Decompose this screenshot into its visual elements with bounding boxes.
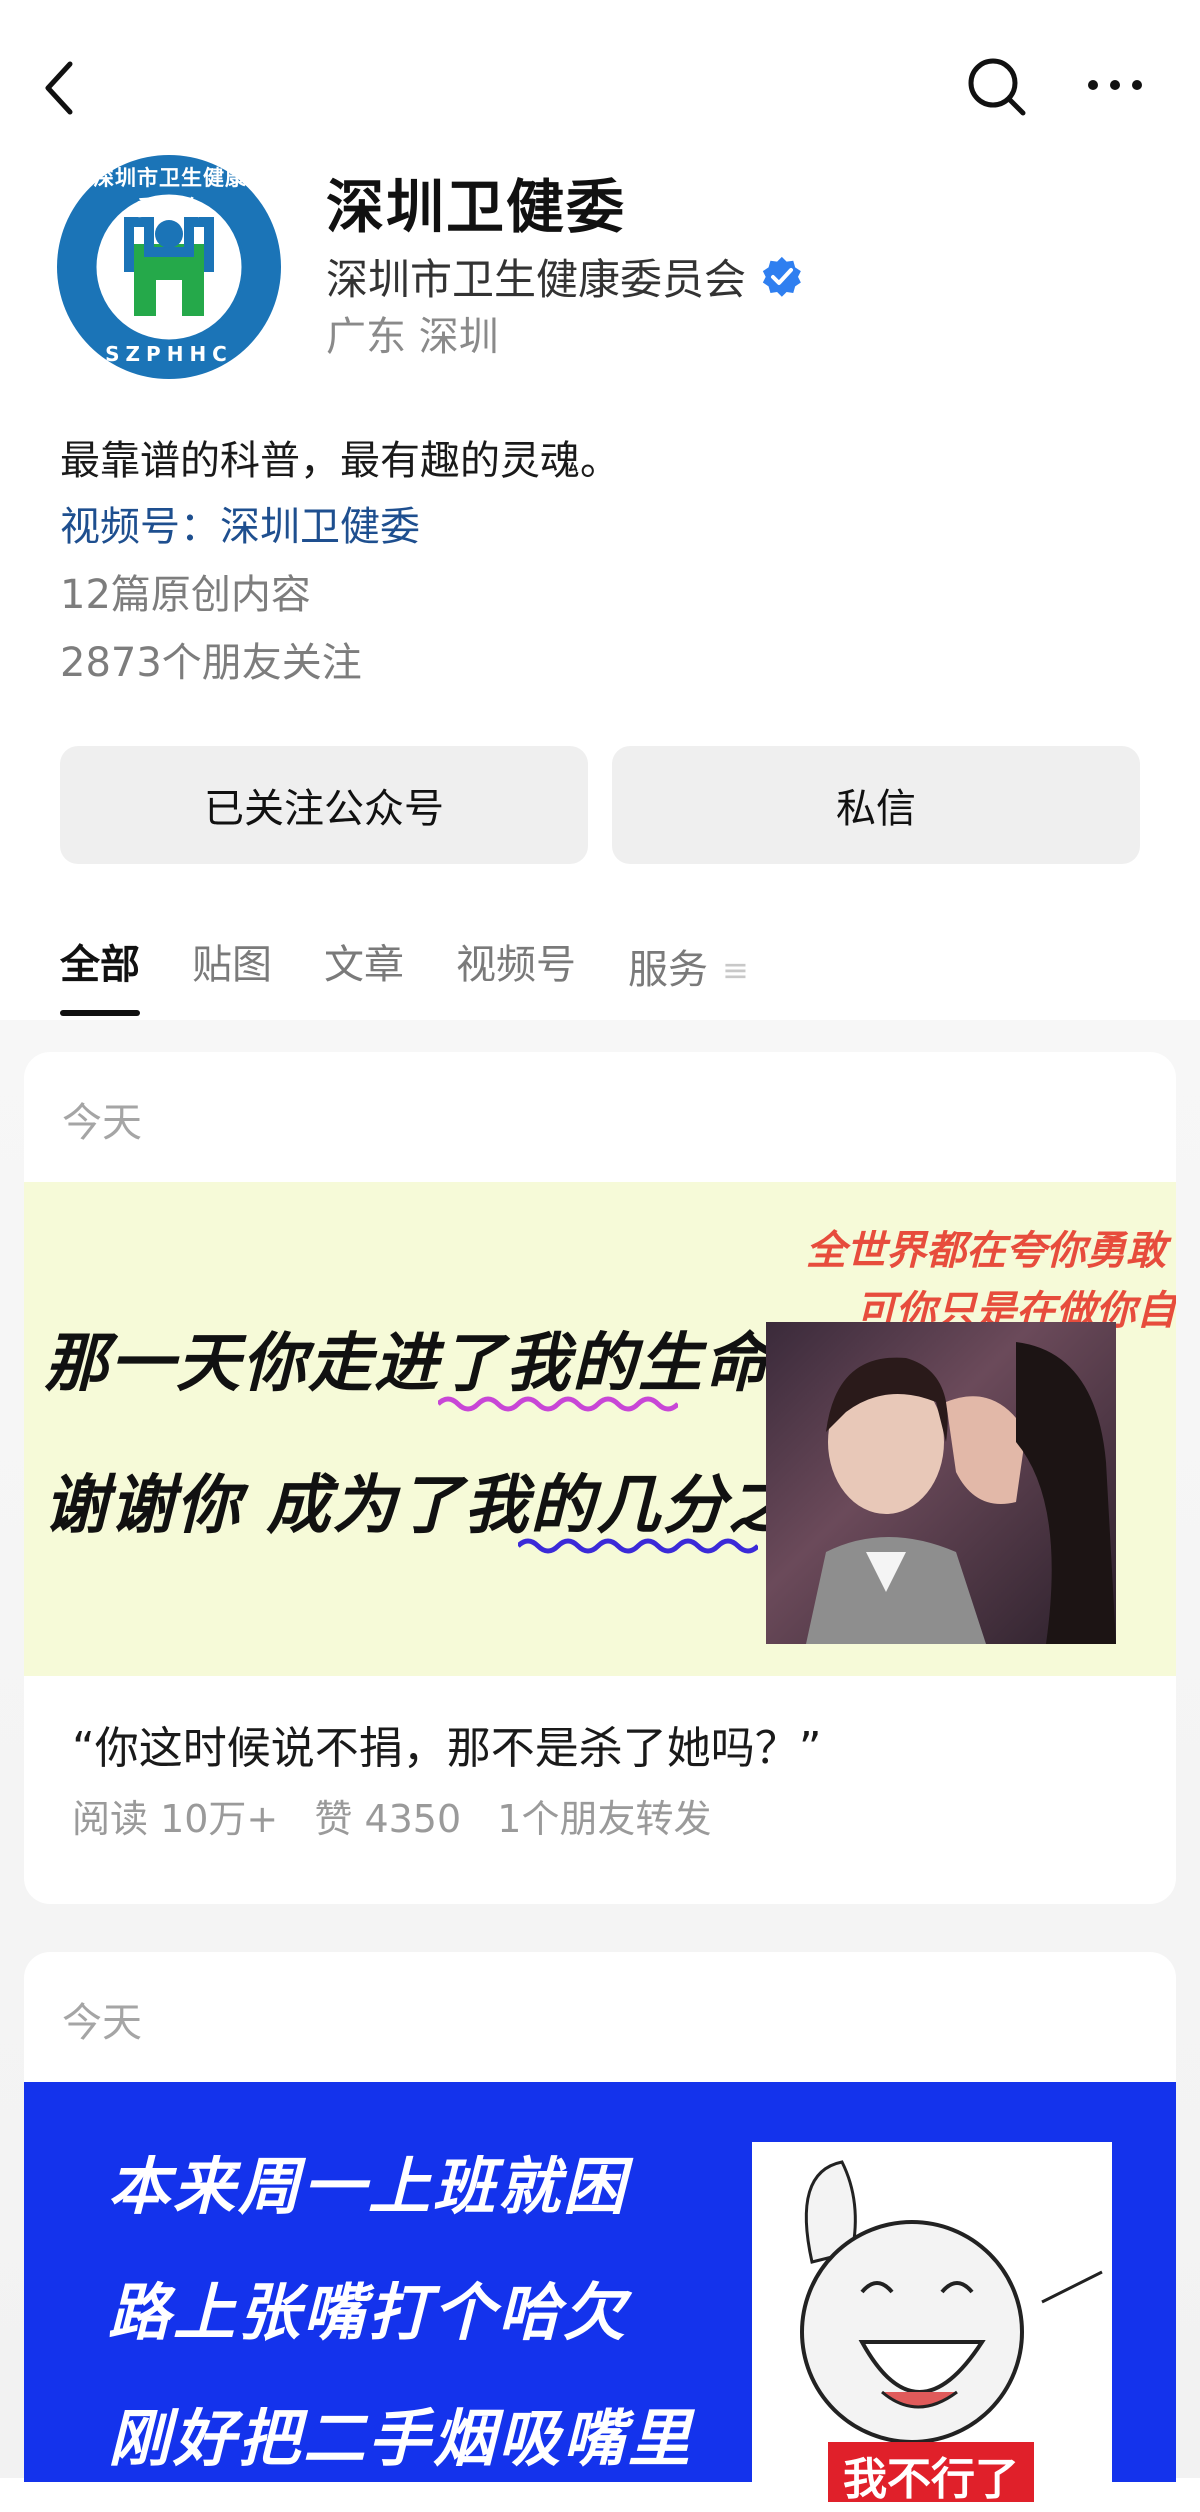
account-logo[interactable]: 深圳市卫生健康委员会 SZPHHC [54, 152, 284, 382]
cover-line-1: 那一天你走进了我的生命 [44, 1327, 770, 1401]
post-card[interactable]: 今天 那一天你走进了我的生命 谢谢你 成为了我的几分之几 全世界都在夸你勇敢 可… [24, 1052, 1176, 1904]
post-card[interactable]: 今天 本来周一上班就困 路上张嘴打个哈欠 刚好把二手烟吸嘴里 我不行了 [24, 1952, 1176, 2512]
sticker-caption: 我不行了 [828, 2442, 1034, 2502]
cover-photo [766, 1322, 1116, 1644]
verified-badge-icon [760, 255, 804, 299]
cover-line-2: 谢谢你 成为了我的几分之几 [44, 1469, 861, 1543]
content-tabs: 全部 贴图 文章 视频号 服务 ≡ [60, 930, 801, 1016]
account-org-label: 深圳市卫生健康委员会 [326, 255, 747, 304]
back-button[interactable] [30, 48, 90, 128]
tab-all[interactable]: 全部 [60, 930, 140, 1016]
post-date: 今天 [62, 1100, 142, 1146]
tab-articles[interactable]: 文章 [324, 930, 404, 1010]
logo-inner-text: SZPHHC [105, 342, 233, 366]
account-location: 广东 深圳 [326, 314, 499, 360]
more-dots-icon [1088, 80, 1142, 90]
account-bio: 最靠谱的科普，最有趣的灵魂。 [60, 438, 620, 484]
cover-line-1: 本来周一上班就困 [108, 2150, 629, 2223]
channel-link[interactable]: 视频号：深圳卫健委 [60, 494, 420, 552]
message-button[interactable]: 私信 [612, 746, 1140, 864]
more-button[interactable] [1080, 60, 1150, 110]
cover-line-3: 刚好把二手烟吸嘴里 [108, 2402, 694, 2475]
account-name: 深圳卫健委 [326, 173, 627, 241]
squiggle-underline-blue [518, 1538, 758, 1554]
tab-channels[interactable]: 视频号 [456, 930, 576, 1010]
post-cover-image[interactable]: 本来周一上班就困 路上张嘴打个哈欠 刚好把二手烟吸嘴里 我不行了 [24, 2082, 1176, 2502]
friends-follow-count[interactable]: 2873个朋友关注 [60, 630, 362, 688]
post-date: 今天 [62, 2000, 142, 2046]
like-count: 赞 4350 [314, 1797, 462, 1841]
post-meta: 阅读 10万+ 赞 4350 1个朋友转发 [72, 1788, 711, 1843]
follow-button[interactable]: 已关注公众号 [60, 746, 588, 864]
squiggle-underline-purple [438, 1396, 678, 1412]
tab-services[interactable]: 服务 ≡ [628, 930, 749, 1010]
search-button[interactable] [962, 52, 1032, 122]
menu-icon: ≡ [722, 951, 749, 989]
tab-images[interactable]: 贴图 [192, 930, 272, 1010]
cover-line-2: 路上张嘴打个哈欠 [108, 2276, 629, 2349]
account-org: 深圳市卫生健康委员会 [326, 246, 804, 307]
read-count: 阅读 10万+ [72, 1797, 279, 1841]
friend-share-count: 1个朋友转发 [497, 1797, 712, 1841]
original-count[interactable]: 12篇原创内容 [60, 562, 311, 620]
logo-ring-text: 深圳市卫生健康委员会 [93, 166, 247, 220]
cartoon-sticker: 我不行了 [752, 2142, 1112, 2502]
cover-caption-1: 全世界都在夸你勇敢 [806, 1228, 1166, 1274]
search-icon [968, 58, 1026, 116]
post-title[interactable]: “你这时候说不捐，那不是杀了她吗？” [72, 1712, 822, 1776]
tab-services-label: 服务 [628, 947, 708, 993]
chevron-left-icon [45, 61, 73, 115]
post-cover-image[interactable]: 那一天你走进了我的生命 谢谢你 成为了我的几分之几 全世界都在夸你勇敢 可你只是… [24, 1182, 1176, 1676]
